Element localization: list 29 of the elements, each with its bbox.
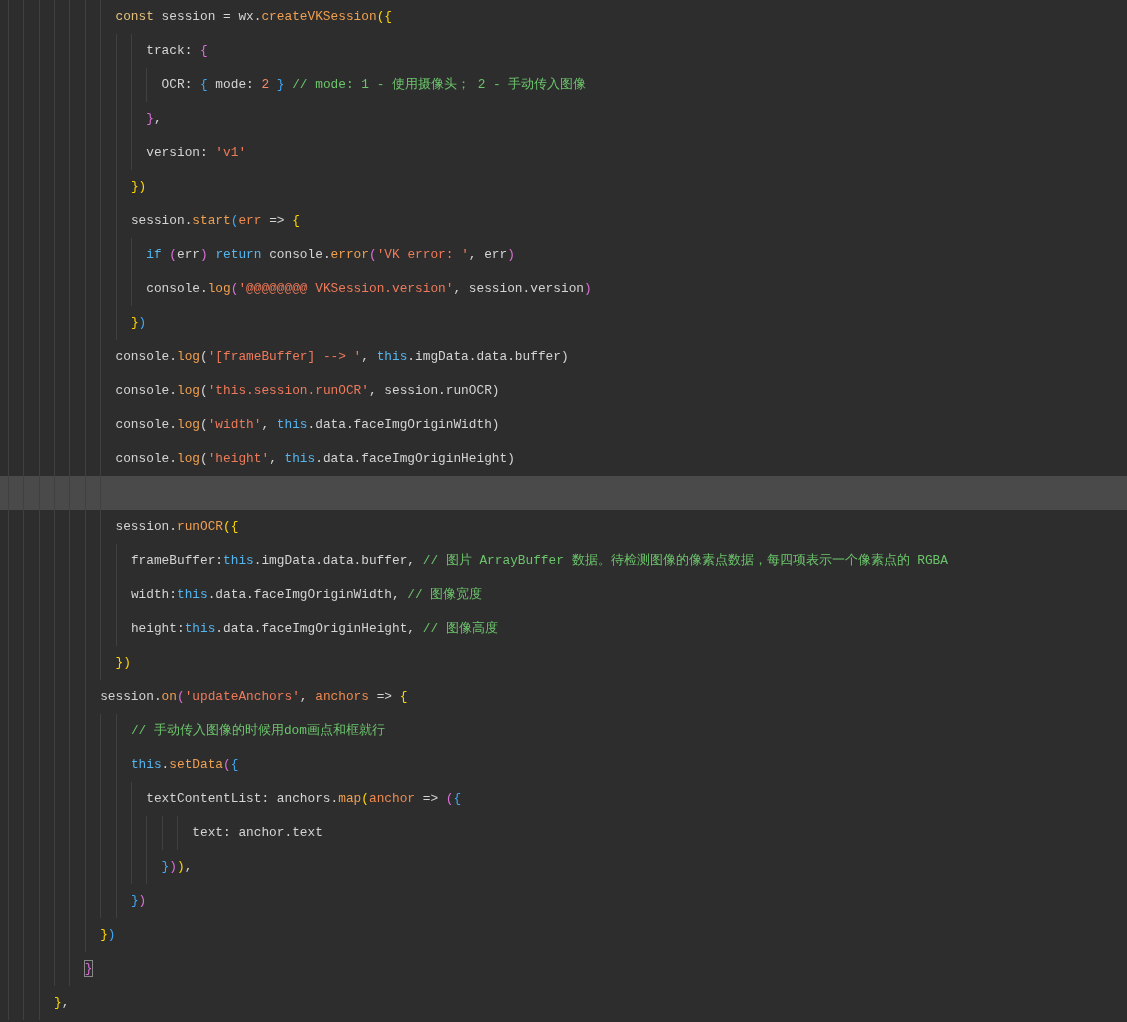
code-line: session.start(err => { (130, 212, 300, 230)
code-line: })), (161, 858, 193, 876)
code-line: session.runOCR({ (115, 518, 239, 536)
code-line: console.log('this.session.runOCR', session.runOCR) (115, 382, 500, 400)
code-line: this.setData({ (130, 756, 239, 774)
code-line: }) (130, 892, 147, 910)
code-line: }) (130, 314, 147, 332)
code-line: frameBuffer:this.imgData.data.buffer, // 图片 ArrayBuffer 数据。待检测图像的像素点数据，每四项表示一个像素点的 RGBA (130, 552, 948, 570)
code-line: text: anchor.text (192, 824, 323, 842)
code-line: console.log('height', this.data.faceImgOriginHeight) (115, 450, 515, 468)
code-line: width:this.data.faceImgOriginWidth, // 图像宽度 (130, 586, 483, 604)
code-line: }, (146, 110, 162, 128)
code-line: }) (130, 178, 147, 196)
code-line: console.log('[frameBuffer] --> ', this.imgData.data.buffer) (115, 348, 569, 366)
code-line: }) (100, 926, 116, 944)
code-line: }) (115, 654, 131, 672)
code-line: if (err) return console.error('VK error: ', err) (146, 246, 515, 264)
code-line: session.on('updateAnchors', anchors => { (100, 688, 408, 706)
code-line: track: { (146, 42, 208, 60)
code-line: version: 'v1' (146, 144, 247, 162)
code-line: // 手动传入图像的时候用dom画点和框就行 (130, 722, 385, 740)
code-line: console.log('width', this.data.faceImgOriginWidth) (115, 416, 500, 434)
code-line: }, (54, 994, 70, 1012)
code-line: const session = wx.createVKSession({ (115, 8, 392, 26)
code-line: OCR: { mode: 2 } // mode: 1 - 使用摄像头； 2 - 手动传入图像 (161, 76, 587, 94)
code-line: console.log('@@@@@@@@ VKSession.version', session.version) (146, 280, 592, 298)
code-line: textContentList: anchors.map(anchor => ({ (146, 790, 462, 808)
code-line: height:this.data.faceImgOriginHeight, // 图像高度 (130, 620, 498, 638)
code-line: } (84, 960, 93, 978)
